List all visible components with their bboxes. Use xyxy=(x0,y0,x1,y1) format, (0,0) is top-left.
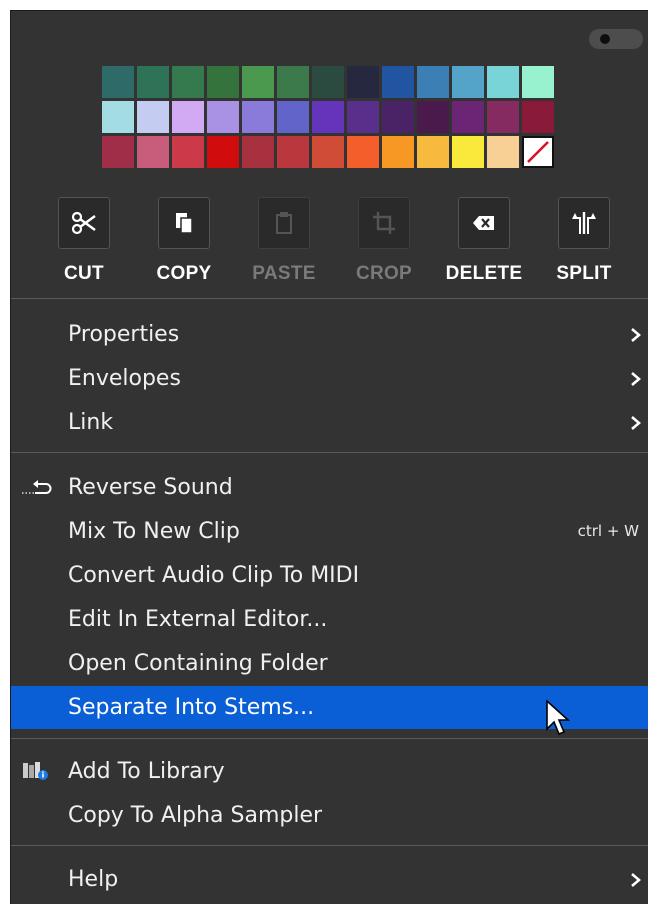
menu-item-reverse-sound[interactable]: Reverse Sound xyxy=(11,466,648,509)
menu-item-label: Open Containing Folder xyxy=(68,651,328,676)
menu-item-label: Envelopes xyxy=(68,366,181,391)
menu-item-label: Edit In External Editor... xyxy=(68,607,328,632)
color-swatch[interactable] xyxy=(207,66,239,98)
menu-item-label: Reverse Sound xyxy=(68,475,233,500)
copy-label: COPY xyxy=(156,263,212,284)
clip-toolbar: CUT COPY PASTE CROP DELETE SPLIT xyxy=(11,197,648,287)
delete-label: DELETE xyxy=(445,263,523,284)
cut-button[interactable]: CUT xyxy=(34,197,134,287)
backspace-icon xyxy=(473,216,494,230)
crop-button[interactable]: CROP xyxy=(334,197,434,287)
menu-item-label: Add To Library xyxy=(68,759,225,784)
color-swatch[interactable] xyxy=(487,101,519,133)
menu-item-help[interactable]: Help xyxy=(11,858,648,901)
chevron-right-icon xyxy=(631,873,641,887)
color-swatch[interactable] xyxy=(347,136,379,168)
menu-item-label: Mix To New Clip xyxy=(68,519,240,544)
color-swatch[interactable] xyxy=(312,101,344,133)
menu-item-label: Separate Into Stems... xyxy=(68,695,315,720)
pin-toggle[interactable] xyxy=(589,29,643,49)
menu-item-label: Help xyxy=(68,867,119,892)
color-swatch[interactable] xyxy=(242,66,274,98)
color-swatch[interactable] xyxy=(102,66,134,98)
chevron-right-icon xyxy=(631,372,641,386)
color-swatch[interactable] xyxy=(277,66,309,98)
paste-label: PASTE xyxy=(252,263,316,284)
library-icon xyxy=(23,762,48,780)
no-color-icon xyxy=(527,141,549,163)
menu-item-label: Copy To Alpha Sampler xyxy=(68,803,323,828)
menu-item-open-folder[interactable]: Open Containing Folder xyxy=(11,642,648,685)
color-swatch[interactable] xyxy=(277,101,309,133)
color-swatch[interactable] xyxy=(172,101,204,133)
color-swatch[interactable] xyxy=(452,66,484,98)
toggle-knob xyxy=(600,34,610,44)
color-swatch[interactable] xyxy=(452,136,484,168)
no-color-swatch[interactable] xyxy=(522,136,554,168)
color-swatch[interactable] xyxy=(417,66,449,98)
color-swatch[interactable] xyxy=(172,136,204,168)
color-palette xyxy=(102,66,554,168)
color-swatch[interactable] xyxy=(277,136,309,168)
split-icon xyxy=(572,212,596,234)
color-swatch[interactable] xyxy=(487,136,519,168)
color-swatch[interactable] xyxy=(312,66,344,98)
color-swatch[interactable] xyxy=(522,101,554,133)
chevron-right-icon xyxy=(631,328,641,342)
color-swatch[interactable] xyxy=(312,136,344,168)
color-swatch[interactable] xyxy=(172,66,204,98)
color-swatch[interactable] xyxy=(417,101,449,133)
color-swatch[interactable] xyxy=(242,101,274,133)
split-label: SPLIT xyxy=(556,263,612,284)
color-swatch[interactable] xyxy=(137,136,169,168)
color-swatch[interactable] xyxy=(487,66,519,98)
color-swatch[interactable] xyxy=(137,66,169,98)
delete-button[interactable]: DELETE xyxy=(434,197,534,287)
copy-button[interactable]: COPY xyxy=(134,197,234,287)
scissors-icon xyxy=(71,211,96,235)
separator xyxy=(11,452,648,453)
clipboard-icon xyxy=(276,212,292,234)
chevron-right-icon xyxy=(631,416,641,430)
color-swatch[interactable] xyxy=(382,66,414,98)
menu-item-edit-external[interactable]: Edit In External Editor... xyxy=(11,598,648,641)
separator xyxy=(11,298,648,299)
color-swatch[interactable] xyxy=(207,136,239,168)
menu-item-copy-to-alpha-sampler[interactable]: Copy To Alpha Sampler xyxy=(11,794,648,837)
color-swatch[interactable] xyxy=(417,136,449,168)
color-swatch[interactable] xyxy=(102,101,134,133)
cut-label: CUT xyxy=(64,263,104,284)
copy-icon xyxy=(176,213,193,234)
color-swatch[interactable] xyxy=(382,101,414,133)
menu-item-properties[interactable]: Properties xyxy=(11,313,648,356)
color-swatch[interactable] xyxy=(102,136,134,168)
menu-item-label: Convert Audio Clip To MIDI xyxy=(68,563,360,588)
crop-icon xyxy=(373,212,395,234)
paste-button[interactable]: PASTE xyxy=(234,197,334,287)
reverse-icon xyxy=(22,480,52,494)
mouse-cursor-icon xyxy=(546,699,571,736)
context-menu: CUT COPY PASTE CROP DELETE SPLIT Propert… xyxy=(10,10,648,904)
menu-item-label: Properties xyxy=(68,322,180,347)
menu-item-mix-to-new-clip[interactable]: Mix To New Clip ctrl + W xyxy=(11,510,648,553)
color-swatch[interactable] xyxy=(137,101,169,133)
separator xyxy=(11,845,648,846)
color-swatch[interactable] xyxy=(382,136,414,168)
menu-item-add-to-library[interactable]: Add To Library xyxy=(11,750,648,793)
shortcut-label: ctrl + W xyxy=(577,522,639,540)
color-swatch[interactable] xyxy=(207,101,239,133)
color-swatch[interactable] xyxy=(522,66,554,98)
color-swatch[interactable] xyxy=(242,136,274,168)
crop-label: CROP xyxy=(355,263,413,284)
color-swatch[interactable] xyxy=(347,66,379,98)
menu-item-convert-to-midi[interactable]: Convert Audio Clip To MIDI xyxy=(11,554,648,597)
color-swatch[interactable] xyxy=(347,101,379,133)
color-swatch[interactable] xyxy=(452,101,484,133)
menu-item-envelopes[interactable]: Envelopes xyxy=(11,357,648,400)
menu-item-label: Link xyxy=(68,410,114,435)
menu-item-link[interactable]: Link xyxy=(11,401,648,444)
split-button[interactable]: SPLIT xyxy=(534,197,634,287)
